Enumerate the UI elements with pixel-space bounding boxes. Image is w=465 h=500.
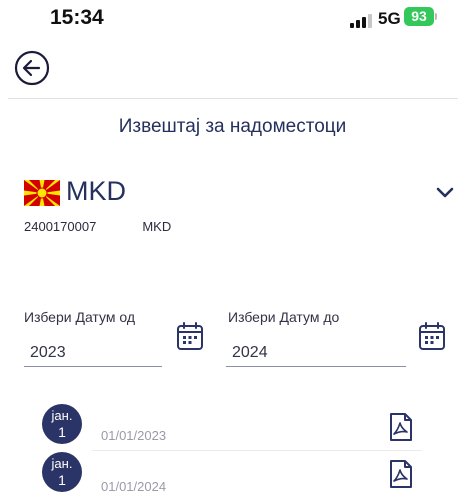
list-item-date[interactable]: 01/01/2024 bbox=[101, 479, 166, 494]
macedonia-flag-icon bbox=[24, 180, 60, 206]
row-divider bbox=[92, 450, 422, 451]
list-item-date-badge[interactable]: јан. 1 bbox=[42, 404, 82, 444]
calendar-icon bbox=[177, 322, 203, 350]
account-number-start: 2400170007 bbox=[24, 219, 97, 234]
header-divider bbox=[8, 98, 458, 99]
account-number-end: MKD bbox=[142, 219, 172, 234]
date-to-label: Избери Датум до bbox=[228, 309, 340, 325]
battery-tip bbox=[435, 13, 437, 20]
account-currency: MKD bbox=[66, 176, 126, 206]
back-button[interactable] bbox=[14, 50, 50, 86]
account-number: 2400170007 MKD bbox=[24, 219, 171, 234]
status-time: 15:34 bbox=[50, 6, 104, 29]
calendar-icon bbox=[419, 322, 445, 350]
pdf-download-button[interactable] bbox=[389, 412, 413, 442]
page-title: Извештај за надоместоци bbox=[118, 116, 347, 137]
date-from-label: Избери Датум од bbox=[24, 309, 136, 325]
chevron-down-icon bbox=[436, 187, 454, 198]
account-expand-button[interactable] bbox=[434, 182, 456, 204]
list-item-date[interactable]: 01/01/2023 bbox=[101, 428, 166, 443]
pdf-icon bbox=[390, 413, 412, 441]
pdf-download-button[interactable] bbox=[389, 459, 413, 489]
badge-month: јан. bbox=[51, 408, 73, 423]
badge-day: 1 bbox=[58, 472, 66, 488]
badge-month: јан. bbox=[51, 456, 73, 471]
battery-level: 93 bbox=[404, 7, 434, 26]
signal-icon bbox=[350, 14, 372, 28]
arrow-left-circle-icon bbox=[14, 50, 50, 86]
date-from-input[interactable]: 2023 bbox=[24, 344, 162, 367]
network-type: 5G bbox=[378, 9, 401, 28]
badge-day: 1 bbox=[58, 424, 66, 440]
date-to-calendar-button[interactable] bbox=[418, 321, 446, 351]
pdf-icon bbox=[390, 460, 412, 488]
date-to-input[interactable]: 2024 bbox=[226, 344, 406, 367]
date-from-calendar-button[interactable] bbox=[176, 321, 204, 351]
list-item-date-badge[interactable]: јан. 1 bbox=[42, 452, 82, 492]
